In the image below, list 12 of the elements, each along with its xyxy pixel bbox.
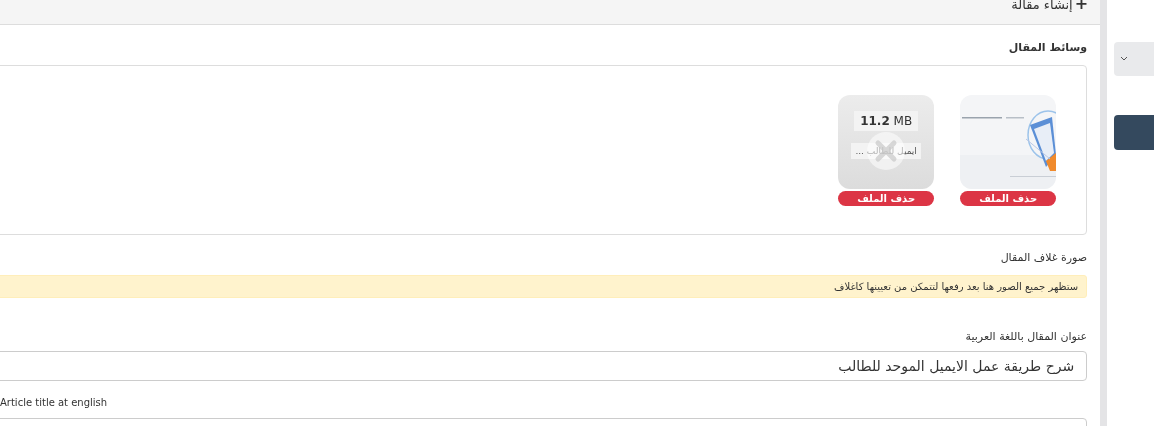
field-label: Article title at english (0, 397, 109, 408)
dropdown[interactable] (1114, 42, 1154, 76)
input-field[interactable]: شرح طريقة عمل الايميل الموحد للطالب (0, 351, 1088, 381)
delete-file-button[interactable]: حذف الملف (838, 191, 935, 206)
side-button[interactable] (1114, 115, 1154, 150)
field-label: عنوان المقال باللغة العربية (964, 330, 1088, 343)
file-size: 11.2 MB (854, 111, 919, 131)
section-title: وسائط المقال (1007, 41, 1088, 54)
delete-file-button[interactable]: حذف الملف (960, 191, 1057, 206)
field-label: صورة غلاف المقال (999, 251, 1088, 264)
notice-message: ستظهر جميع الصور هنا بعد رفعها لتتمكن من تعيينها كاغلاف (0, 275, 1088, 298)
chevron-down-icon (1120, 56, 1128, 62)
